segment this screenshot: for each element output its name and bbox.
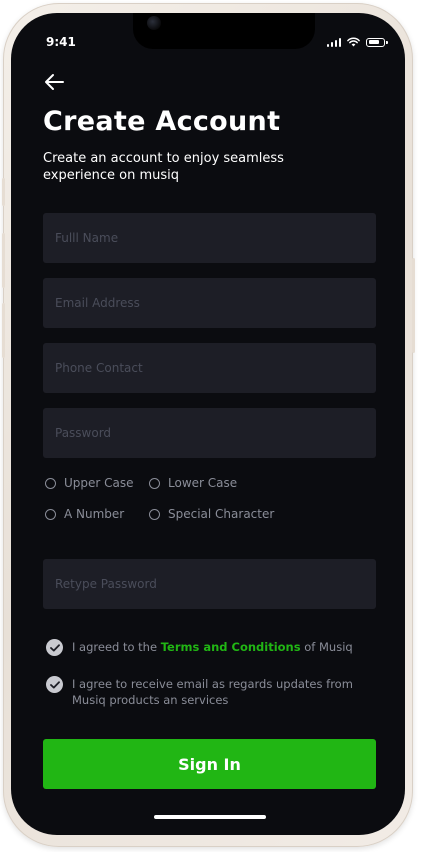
terms-suffix: of Musiq bbox=[304, 640, 353, 654]
terms-agreement[interactable]: I agreed to the Terms and Conditions of … bbox=[46, 639, 353, 656]
email-input[interactable] bbox=[53, 295, 366, 311]
rule-label: Special Character bbox=[168, 507, 275, 521]
radio-empty-icon bbox=[149, 508, 160, 520]
page-subtitle: Create an account to enjoy seamless expe… bbox=[43, 151, 284, 183]
rule-special-character: Special Character bbox=[149, 507, 274, 521]
rule-lower-case: Lower Case bbox=[149, 476, 237, 490]
email-updates-text: I agree to receive email as regards upda… bbox=[72, 677, 353, 707]
retype-password-input[interactable] bbox=[53, 576, 366, 592]
battery-icon bbox=[366, 37, 388, 47]
camera-icon bbox=[147, 16, 161, 30]
side-button bbox=[412, 258, 415, 353]
rule-number: A Number bbox=[45, 507, 124, 521]
rule-label: Upper Case bbox=[64, 476, 134, 490]
radio-empty-icon bbox=[45, 508, 56, 520]
page-title: Create Account bbox=[43, 106, 281, 137]
side-button bbox=[2, 233, 5, 288]
check-circle-icon[interactable] bbox=[46, 639, 63, 656]
phone-field[interactable] bbox=[43, 343, 376, 393]
terms-link[interactable]: Terms and Conditions bbox=[161, 640, 301, 654]
password-input[interactable] bbox=[53, 425, 366, 441]
radio-empty-icon bbox=[45, 477, 56, 489]
email-field[interactable] bbox=[43, 278, 376, 328]
app-screen: 9:41 Create Account Create an account to… bbox=[11, 13, 405, 835]
side-button bbox=[2, 303, 5, 358]
notch bbox=[133, 13, 315, 49]
arrow-left-icon[interactable] bbox=[43, 72, 65, 92]
phone-input[interactable] bbox=[53, 360, 366, 376]
rule-label: Lower Case bbox=[168, 476, 238, 490]
full-name-input[interactable] bbox=[53, 230, 366, 246]
rule-upper-case: Upper Case bbox=[45, 476, 134, 490]
terms-text: I agreed to the Terms and Conditions of … bbox=[72, 639, 353, 655]
radio-empty-icon bbox=[149, 477, 160, 489]
password-field[interactable] bbox=[43, 408, 376, 458]
rule-label: A Number bbox=[64, 507, 125, 521]
retype-password-field[interactable] bbox=[43, 559, 376, 609]
email-updates-agreement[interactable]: I agree to receive email as regards upda… bbox=[46, 676, 376, 708]
home-indicator[interactable] bbox=[154, 815, 266, 819]
cellular-signal-icon bbox=[326, 37, 341, 47]
check-circle-icon[interactable] bbox=[46, 676, 63, 693]
terms-prefix: I agreed to the bbox=[72, 640, 158, 654]
status-icons bbox=[326, 37, 388, 47]
side-button bbox=[2, 178, 5, 206]
wifi-icon bbox=[347, 37, 360, 47]
full-name-field[interactable] bbox=[43, 213, 376, 263]
status-time: 9:41 bbox=[46, 35, 76, 49]
sign-in-button[interactable]: Sign In bbox=[43, 739, 376, 789]
